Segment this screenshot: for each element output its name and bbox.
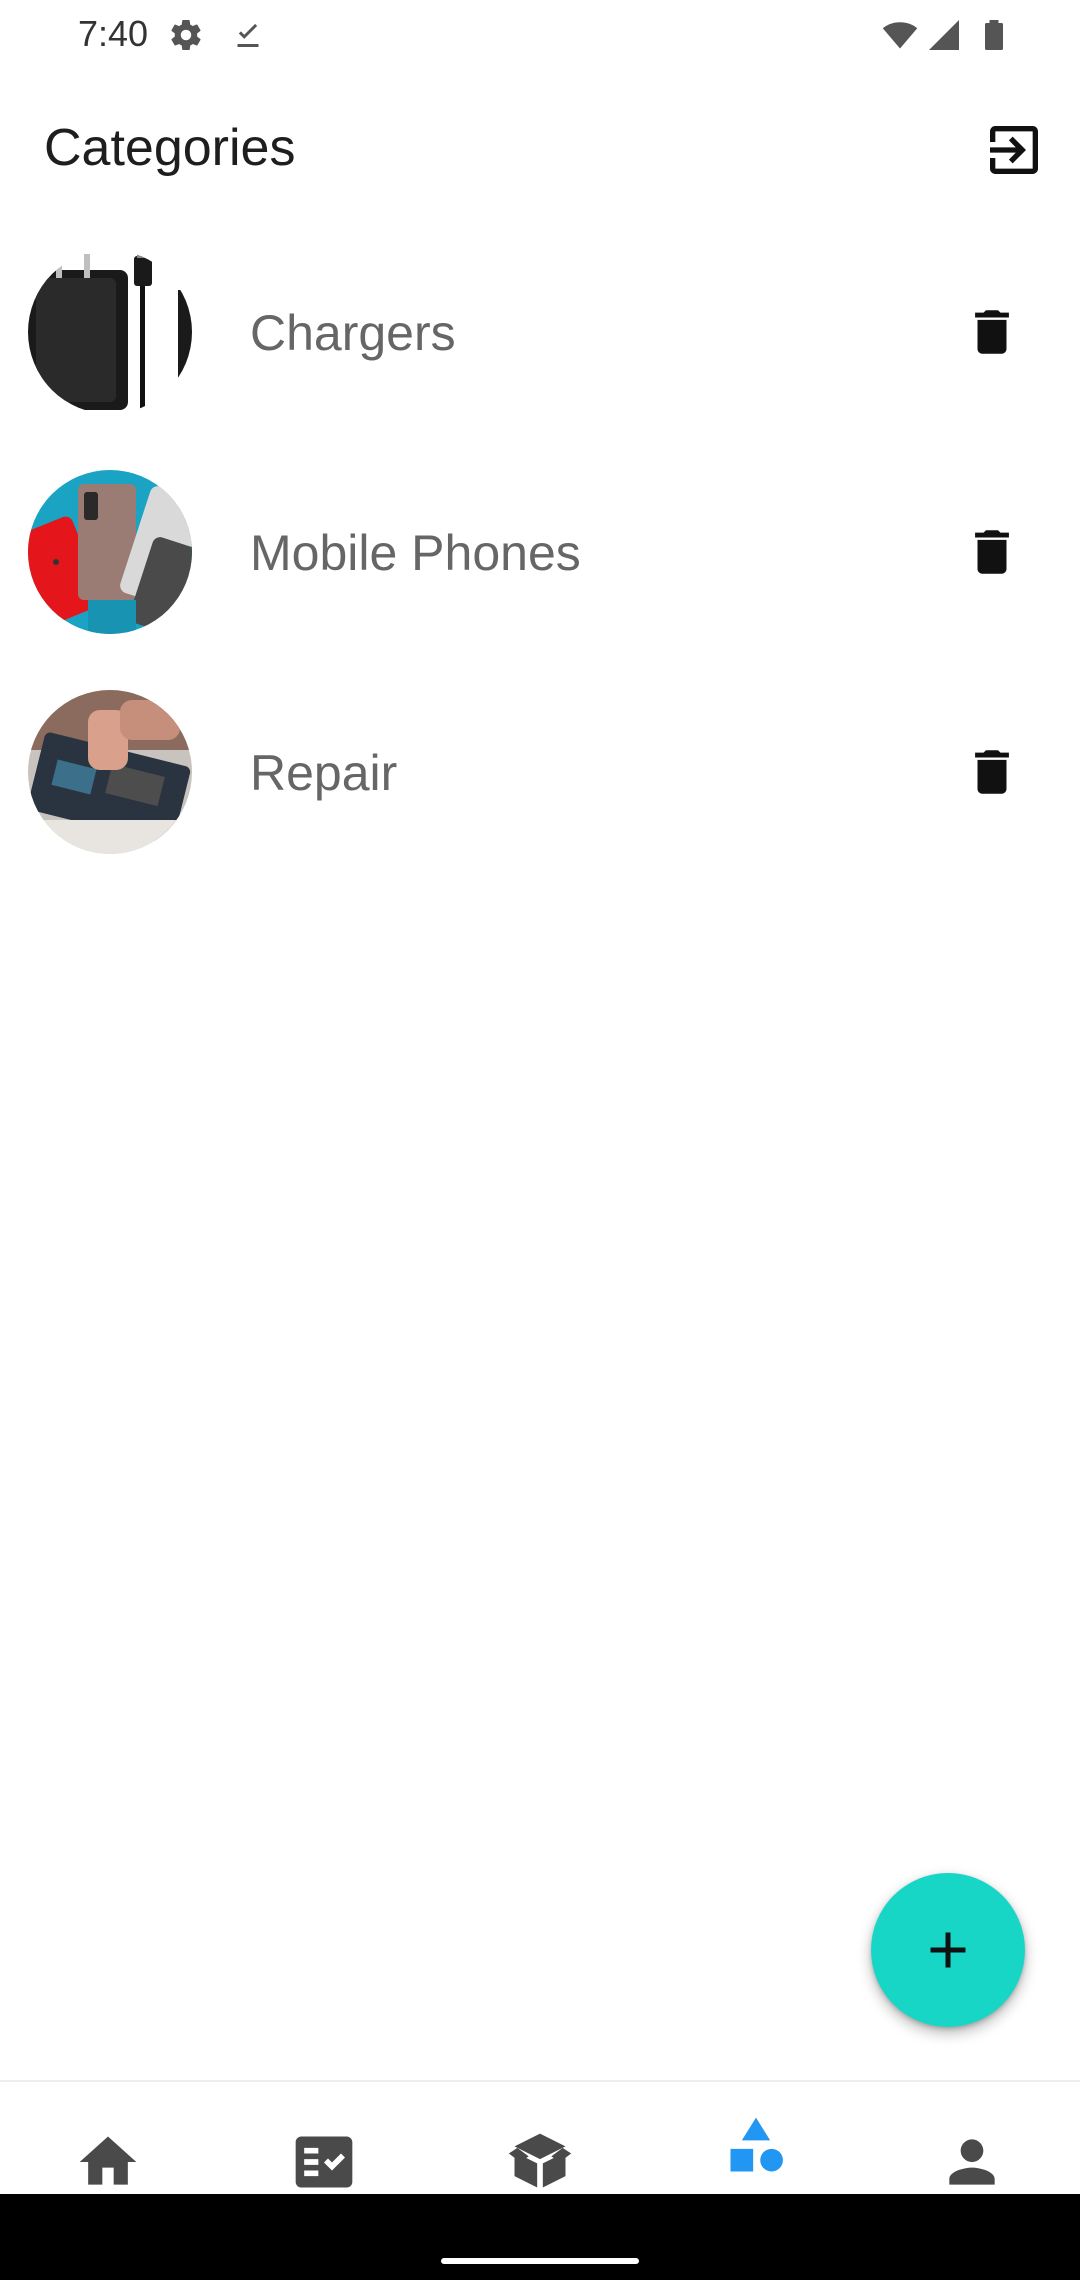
- category-name: Mobile Phones: [250, 525, 581, 581]
- orders-icon: [290, 2128, 358, 2196]
- status-time: 7:40: [78, 13, 149, 54]
- delete-button[interactable]: [952, 292, 1032, 372]
- delete-button[interactable]: [952, 512, 1032, 592]
- category-row-mobile-phones[interactable]: Mobile Phones: [0, 442, 1080, 662]
- delete-icon: [975, 530, 1009, 574]
- download-done-icon: [230, 17, 266, 53]
- signal-icon: [926, 17, 962, 53]
- logout-icon: [990, 126, 1038, 174]
- products-icon: [506, 2128, 574, 2196]
- add-icon: [930, 1932, 966, 1968]
- status-bar: 7:40: [0, 0, 1080, 68]
- category-name: Chargers: [250, 305, 456, 361]
- delete-button[interactable]: [952, 732, 1032, 812]
- system-navigation-bar: [0, 2194, 1080, 2280]
- delete-icon: [975, 750, 1009, 794]
- settings-icon: [168, 17, 204, 53]
- gesture-handle[interactable]: [441, 2258, 639, 2264]
- category-row-repair[interactable]: Repair: [0, 662, 1080, 882]
- repair-thumbnail: [28, 690, 192, 854]
- add-category-button[interactable]: [871, 1873, 1025, 2027]
- home-icon: [74, 2128, 142, 2196]
- category-name: Repair: [250, 745, 398, 801]
- logout-button[interactable]: [976, 112, 1052, 188]
- app-bar: Categories: [0, 68, 1080, 222]
- page-title: Categories: [44, 119, 296, 177]
- chargers-thumbnail: [28, 250, 192, 414]
- categories-icon: [722, 2112, 790, 2180]
- category-row-chargers[interactable]: Chargers: [0, 222, 1080, 442]
- battery-icon: [976, 17, 1012, 53]
- category-list: Chargers Mobile Phones Repair: [0, 222, 1080, 882]
- mobile-phones-thumbnail: [28, 470, 192, 634]
- wifi-icon: [882, 17, 918, 53]
- profile-icon: [938, 2128, 1006, 2196]
- delete-icon: [975, 310, 1009, 354]
